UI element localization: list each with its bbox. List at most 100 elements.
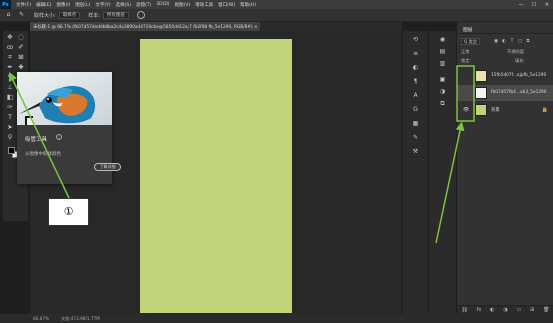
layer-thumbnail	[475, 70, 487, 82]
eyedropper-preset-icon[interactable]: ✎	[17, 11, 26, 20]
photoshop-window: Ps 文件(F) 编辑(E) 图像(I) 图层(L) 文字(Y) 选择(S) 滤…	[0, 0, 553, 323]
filter-smart-icon[interactable]: ⧉	[525, 38, 531, 45]
status-right-fill	[456, 314, 553, 323]
sample-select[interactable]: 所有图层	[102, 11, 129, 19]
visibility-toggle[interactable]	[462, 89, 470, 97]
filter-type-icon[interactable]: T	[509, 38, 515, 45]
menu-type[interactable]: 文字(Y)	[95, 2, 110, 8]
sample-size-select[interactable]: 取样点	[58, 11, 81, 19]
fill-label: 填充:	[515, 58, 525, 63]
menu-edit[interactable]: 编辑(E)	[36, 2, 51, 8]
menu-file[interactable]: 文件(F)	[16, 2, 31, 8]
lasso-tool-icon[interactable]: ꝏ	[5, 43, 15, 52]
menu-plugins[interactable]: 增效工具	[195, 2, 213, 8]
eraser-tool-icon[interactable]: ◧	[5, 93, 15, 102]
foreground-color-swatch[interactable]	[8, 147, 15, 154]
tooltip-description: 从图像中取样颜色	[25, 152, 61, 157]
layer-name[interactable]: fb07d57fb4...ab3_5e1290	[491, 90, 547, 95]
gradient-panel-icon[interactable]: ▥	[438, 59, 447, 68]
stamp-tool-icon[interactable]: ⊥	[5, 83, 15, 92]
lock-icon[interactable]: 🔒	[542, 107, 548, 113]
history-icon[interactable]: ⟲	[411, 35, 420, 44]
filter-shape-icon[interactable]: ▢	[517, 38, 523, 45]
menu-view[interactable]: 视图(V)	[175, 2, 191, 8]
blend-mode-select[interactable]: 正常	[461, 49, 469, 55]
learn-more-button[interactable]: 了解详细	[94, 163, 121, 171]
menu-help[interactable]: 帮助(H)	[240, 2, 256, 8]
frame-tool-icon[interactable]: ⊠	[16, 53, 26, 62]
sample-label: 样本:	[88, 12, 100, 19]
libraries-icon[interactable]: ▣	[438, 75, 447, 84]
brush-settings-icon[interactable]: ✎	[411, 133, 420, 142]
zoom-tool-icon[interactable]: ⚲	[5, 133, 15, 142]
mask-icon[interactable]: ◐	[490, 307, 494, 313]
visibility-toggle[interactable]	[462, 72, 470, 80]
layers-panel: 图层 Q 类型 ▣ ◐ T ▢ ⧉ 正常 不透明度: 锁定: 填充: 15fb5…	[456, 22, 553, 314]
eyedropper-tool-icon[interactable]: ✒	[5, 63, 15, 72]
layer-thumbnail	[475, 104, 487, 116]
home-icon[interactable]: ⌂	[4, 11, 13, 20]
character-icon[interactable]: A	[411, 91, 420, 100]
layer-row[interactable]: 👁 背景 🔒	[457, 102, 553, 118]
move-tool-icon[interactable]: ✥	[5, 33, 15, 42]
sampling-ring-icon[interactable]	[136, 11, 145, 19]
link-layers-icon[interactable]: ⛓	[461, 307, 467, 313]
fx-icon[interactable]: fx	[477, 307, 482, 313]
layers-panel-icon[interactable]: ⧉	[438, 99, 447, 108]
panel-icons-strip: ◉ ▤ ▥ ▣ ◑ ⧉	[428, 31, 456, 314]
filter-adjust-icon[interactable]: ◐	[501, 38, 507, 45]
layers-tab[interactable]: 图层	[463, 26, 473, 33]
layer-name[interactable]: 15fb5d07f...ajpfb_5e1290	[491, 73, 546, 78]
eyedropper-rich-tooltip: 吸管工具 i 从图像中取样颜色 了解详细	[17, 72, 121, 184]
swatch-panel-icon[interactable]: ▤	[438, 47, 447, 56]
group-icon[interactable]: ▭	[517, 307, 522, 313]
layers-footer: ⛓ fx ◐ ◑ ▭ ⊞ 🗑	[457, 305, 553, 314]
close-button[interactable]: ✕	[544, 2, 550, 8]
eye-icon[interactable]: 👁	[462, 106, 470, 114]
menu-bar: Ps 文件(F) 编辑(E) 图像(I) 图层(L) 文字(Y) 选择(S) 滤…	[0, 0, 553, 9]
status-bar: 66.67% 文档:473.9K/1.77M	[30, 314, 456, 323]
filter-pixel-icon[interactable]: ▣	[493, 38, 499, 45]
layer-name[interactable]: 背景	[491, 107, 500, 113]
options-bar: ⌂ ✎ 取样大小: 取样点 样本: 所有图层	[0, 9, 553, 22]
panel-divider	[457, 33, 553, 34]
app-logo[interactable]: Ps	[0, 0, 11, 9]
color-panel-icon[interactable]: ◉	[438, 35, 447, 44]
document-tab[interactable]: 未标题-1 @ 66.7% (fb07d57deddb8ba2cda3890ad…	[30, 22, 260, 31]
marquee-tool-icon[interactable]: ◌	[16, 33, 26, 42]
menu-3d[interactable]: 3D(D)	[156, 2, 169, 7]
properties-icon[interactable]: ≡	[411, 49, 420, 58]
path-select-tool-icon[interactable]: ➤	[5, 123, 15, 132]
menu-select[interactable]: 选择(S)	[116, 2, 131, 8]
paragraph-icon[interactable]: ¶	[411, 77, 420, 86]
adjustments-icon[interactable]: ◑	[438, 87, 447, 96]
brush-tool-icon[interactable]: ✎	[5, 73, 15, 82]
layer-row[interactable]: fb07d57fb4...ab3_5e1290	[457, 85, 553, 101]
layer-row[interactable]: 15fb5d07f...ajpfb_5e1290	[457, 68, 553, 84]
type-tool-icon[interactable]: T	[5, 113, 15, 122]
zoom-level[interactable]: 66.67%	[33, 316, 49, 321]
swatches-icon[interactable]: ▦	[411, 119, 420, 128]
info-icon[interactable]: i	[56, 134, 62, 140]
healing-tool-icon[interactable]: ✚	[16, 63, 26, 72]
lock-label: 锁定:	[461, 58, 471, 63]
crop-tool-icon[interactable]: ⌗	[5, 53, 15, 62]
tools-presets-icon[interactable]: ⚒	[411, 147, 420, 156]
layer-filter-select[interactable]: Q 类型	[461, 38, 481, 45]
trash-icon[interactable]: 🗑	[543, 307, 549, 313]
adjust-icon[interactable]: ◐	[411, 63, 420, 72]
opacity-label: 不透明度:	[507, 49, 526, 54]
menu-layer[interactable]: 图层(L)	[75, 2, 90, 8]
adjustment-layer-icon[interactable]: ◑	[503, 307, 507, 313]
menu-window[interactable]: 窗口(W)	[218, 2, 235, 8]
minimize-button[interactable]: —	[518, 2, 524, 8]
menu-filter[interactable]: 滤镜(T)	[136, 2, 151, 8]
glyphs-icon[interactable]: Ǥ	[411, 105, 420, 114]
new-layer-icon[interactable]: ⊞	[530, 307, 534, 313]
menu-image[interactable]: 图像(I)	[56, 2, 70, 8]
document-canvas[interactable]	[140, 39, 292, 313]
quick-select-tool-icon[interactable]: ✐	[16, 43, 26, 52]
maximize-button[interactable]: ☐	[531, 2, 537, 8]
document-info[interactable]: 文档:473.9K/1.77M	[61, 316, 100, 322]
pen-tool-icon[interactable]: ✑	[5, 103, 15, 112]
